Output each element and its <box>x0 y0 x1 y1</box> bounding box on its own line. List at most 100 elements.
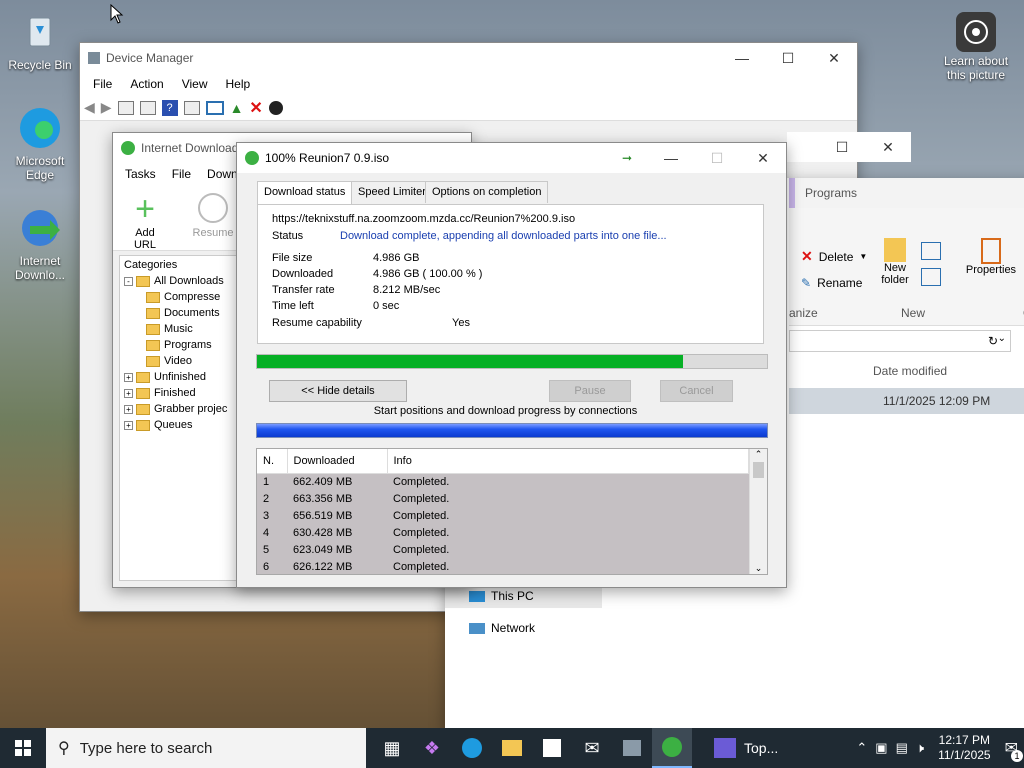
meet-icon[interactable]: ▣ <box>875 740 887 756</box>
category-tree-item[interactable]: Programs <box>124 337 234 353</box>
connection-row[interactable]: 6 626.122 MB Completed. <box>257 558 749 574</box>
maximize-button[interactable]: ☐ <box>819 132 865 162</box>
cancel-button[interactable]: Cancel <box>660 380 733 402</box>
device-manager-titlebar[interactable]: Device Manager — ☐ ✕ <box>80 43 857 73</box>
column-date-modified[interactable]: Date modified <box>873 364 947 378</box>
chevron-down-icon[interactable]: ⌄ <box>998 333 1006 344</box>
category-tree-item[interactable]: Video <box>124 353 234 369</box>
tab-download-status[interactable]: Download status <box>257 181 353 204</box>
uninstall-icon[interactable]: ✕ <box>249 98 262 118</box>
copilot-icon: ❖ <box>423 737 441 758</box>
category-tree-item[interactable]: + Queues <box>124 417 234 433</box>
connection-row[interactable]: 4 630.428 MB Completed. <box>257 524 749 541</box>
update-driver-icon[interactable]: ▲ <box>230 100 244 116</box>
expand-icon[interactable]: + <box>124 420 133 430</box>
minimize-button[interactable]: — <box>648 143 694 173</box>
copilot-button[interactable]: ❖ <box>412 728 452 768</box>
new-item-icon[interactable] <box>921 242 941 260</box>
learn-picture-desktop-icon[interactable]: Learn about this picture <box>936 12 1016 82</box>
menu-file[interactable]: File <box>164 167 199 181</box>
table-scrollbar[interactable]: ⌃ ⌄ <box>749 449 767 574</box>
clock[interactable]: 12:17 PM 11/1/2025 <box>938 733 991 763</box>
back-icon[interactable]: ◀ <box>84 99 95 116</box>
forward-icon[interactable]: ▶ <box>101 99 112 116</box>
network-icon[interactable]: ▤ <box>896 740 908 756</box>
tab-speed-limiter[interactable]: Speed Limiter <box>351 181 433 203</box>
resume-button[interactable]: Resume <box>191 191 235 239</box>
store-taskbar-button[interactable] <box>532 728 572 768</box>
pause-button[interactable]: Pause <box>549 380 631 402</box>
menu-view[interactable]: View <box>173 77 217 91</box>
scroll-thumb[interactable] <box>753 462 764 478</box>
menu-file[interactable]: File <box>84 77 121 91</box>
add-url-button[interactable]: + Add URL <box>123 191 167 251</box>
edge-taskbar-button[interactable] <box>452 728 492 768</box>
notification-button[interactable]: ✉ 1 <box>1005 738 1023 762</box>
explorer-tab-programs[interactable]: Programs <box>789 178 1024 208</box>
category-tree-item[interactable]: Documents <box>124 305 234 321</box>
expand-icon[interactable]: + <box>124 388 133 398</box>
recycle-bin-desktop-icon[interactable]: Recycle Bin <box>2 8 78 72</box>
menu-help[interactable]: Help <box>217 77 260 91</box>
explorer-titlebar[interactable]: ☐ ✕ <box>787 132 911 162</box>
expand-icon[interactable]: + <box>124 372 133 382</box>
maximize-button[interactable]: ☐ <box>694 143 740 173</box>
connection-row[interactable]: 2 663.356 MB Completed. <box>257 490 749 507</box>
taskbar-search[interactable]: ⚲ Type here to search <box>46 728 366 768</box>
idm-desktop-icon[interactable]: Internet Downlo... <box>2 204 78 282</box>
close-button[interactable]: ✕ <box>740 143 786 173</box>
minimize-button[interactable]: — <box>719 43 765 73</box>
refresh-icon[interactable]: ↻ <box>988 334 998 348</box>
connection-row[interactable]: 5 623.049 MB Completed. <box>257 541 749 558</box>
category-tree-item[interactable]: + Grabber projec <box>124 401 234 417</box>
column-header-info[interactable]: Info <box>387 449 749 474</box>
category-tree-item[interactable]: - All Downloads <box>124 273 234 289</box>
idm-taskbar-button[interactable] <box>652 728 692 768</box>
edge-desktop-icon[interactable]: Microsoft Edge <box>2 104 78 182</box>
easy-access-icon[interactable] <box>921 268 941 286</box>
category-tree-item[interactable]: + Unfinished <box>124 369 234 385</box>
delete-button[interactable]: ✕ Delete ▼ <box>801 248 867 265</box>
address-bar[interactable]: ⌄ <box>789 330 1011 352</box>
volume-muted-icon[interactable]: 🕨 <box>916 740 924 756</box>
properties-button[interactable]: Properties <box>961 238 1021 276</box>
maximize-button[interactable]: ☐ <box>765 43 811 73</box>
dialog-titlebar[interactable]: 100% Reunion7 0.9.iso ➞ — ☐ ✕ <box>237 143 786 173</box>
connection-info: Completed. <box>387 490 749 507</box>
mail-taskbar-button[interactable]: ✉ <box>572 728 612 768</box>
hide-details-button[interactable]: << Hide details <box>269 380 407 402</box>
tab-options-on-completion[interactable]: Options on completion <box>425 181 549 203</box>
download-icon[interactable] <box>268 100 283 115</box>
column-header-n[interactable]: N. <box>257 449 288 474</box>
list-icon[interactable] <box>139 100 156 115</box>
running-app-button[interactable]: Top... <box>714 738 778 758</box>
file-row[interactable]: 11/1/2025 12:09 PM <box>789 388 1024 414</box>
file-explorer-taskbar-button[interactable] <box>492 728 532 768</box>
grid-icon[interactable] <box>183 100 200 115</box>
monitor-icon[interactable] <box>205 100 224 115</box>
rename-button[interactable]: ✎ Rename <box>801 276 862 290</box>
properties-icon[interactable] <box>117 100 134 115</box>
menu-action[interactable]: Action <box>121 77 172 91</box>
start-button[interactable] <box>0 728 46 768</box>
chevron-up-icon[interactable]: ⌃ <box>856 740 867 756</box>
close-button[interactable]: ✕ <box>811 43 857 73</box>
task-view-button[interactable]: ▦ <box>372 728 412 768</box>
category-tree-item[interactable]: Compresse <box>124 289 234 305</box>
close-button[interactable]: ✕ <box>865 132 911 162</box>
new-folder-button[interactable]: New folder <box>875 238 915 286</box>
scroll-down-icon[interactable]: ⌄ <box>750 563 767 574</box>
connection-row[interactable]: 1 662.409 MB Completed. <box>257 473 749 490</box>
scroll-up-icon[interactable]: ⌃ <box>750 449 767 460</box>
menu-tasks[interactable]: Tasks <box>117 167 164 181</box>
column-header-downloaded[interactable]: Downloaded <box>287 449 388 474</box>
collapse-icon[interactable]: - <box>124 276 133 286</box>
category-tree-item[interactable]: + Finished <box>124 385 234 401</box>
expand-icon[interactable]: + <box>124 404 133 414</box>
device-manager-taskbar-button[interactable] <box>612 728 652 768</box>
nav-network[interactable]: Network <box>445 616 602 640</box>
download-dialog[interactable]: 100% Reunion7 0.9.iso ➞ — ☐ ✕ Download s… <box>236 142 787 588</box>
connection-row[interactable]: 3 656.519 MB Completed. <box>257 507 749 524</box>
help-icon[interactable]: ? <box>161 99 178 116</box>
category-tree-item[interactable]: Music <box>124 321 234 337</box>
